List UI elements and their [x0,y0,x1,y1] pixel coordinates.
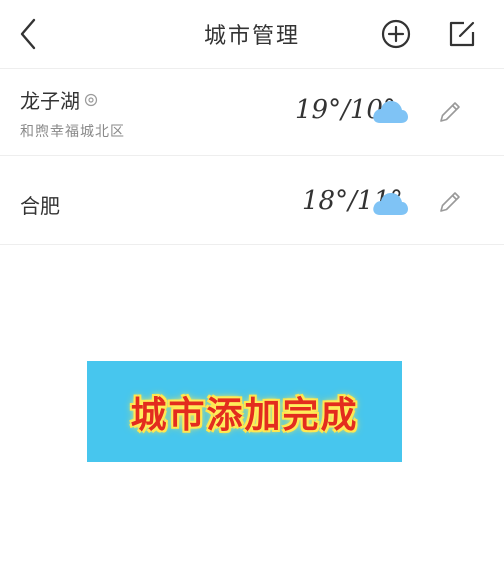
header-bar: 城市管理 [0,0,504,68]
city-row-hefei[interactable]: 合肥 18°/11° [0,156,504,244]
city-row-longzihu[interactable]: 龙子湖 和煦幸福城北区 19°/10° [0,69,504,155]
pencil-icon[interactable] [437,99,463,125]
city-name-label: 龙子湖 [20,89,80,113]
pencil-icon[interactable] [437,189,463,215]
page-title: 城市管理 [203,24,300,49]
city-name: 龙子湖 [20,85,98,114]
city-name-label: 合肥 [20,194,60,218]
plus-circle-icon [381,19,411,49]
divider [0,244,504,245]
completion-banner: 城市添加完成 [87,361,402,462]
city-name: 合肥 [20,190,60,219]
add-city-button[interactable] [378,16,414,52]
location-icon [84,93,98,106]
edit-cities-button[interactable] [444,16,480,52]
cloud-icon [373,193,408,215]
cloud-icon [373,101,408,123]
edit-square-icon [449,21,475,47]
banner-text: 城市添加完成 [130,394,359,436]
city-subtitle: 和煦幸福城北区 [20,124,125,140]
